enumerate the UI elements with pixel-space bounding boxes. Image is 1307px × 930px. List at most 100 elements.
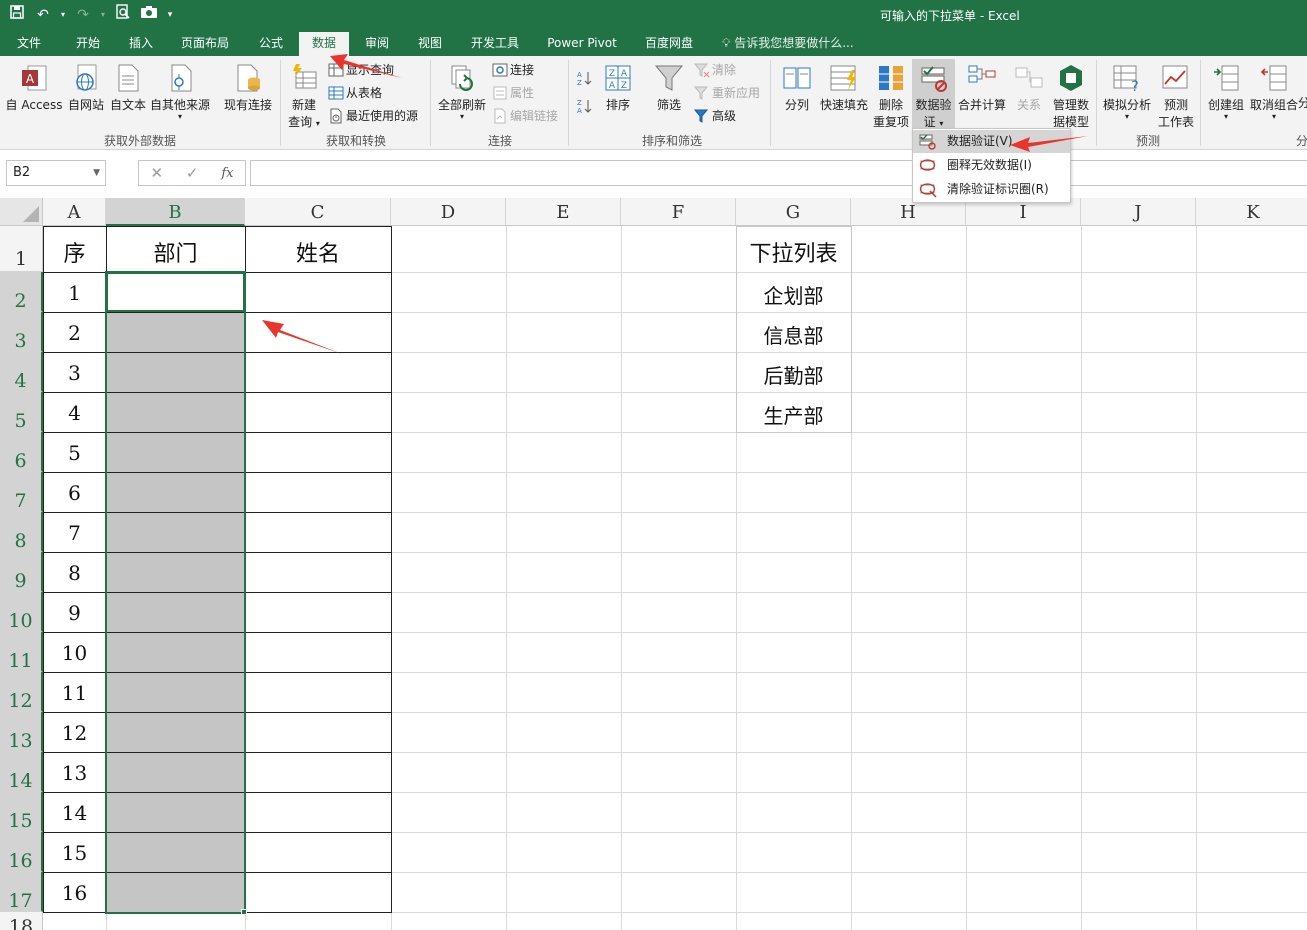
select-all-corner[interactable] (0, 198, 43, 226)
cell-a17[interactable]: 16 (43, 881, 106, 905)
cell-g1[interactable]: 下拉列表 (736, 236, 851, 268)
cell-b1[interactable]: 部门 (106, 236, 245, 268)
cell-a4[interactable]: 3 (43, 361, 106, 385)
row-header-17[interactable]: 17 (0, 872, 43, 912)
row-header-3[interactable]: 3 (0, 312, 43, 352)
cell-a1[interactable]: 序 (43, 236, 106, 268)
save-icon[interactable] (6, 4, 28, 26)
row-header-10[interactable]: 10 (0, 592, 43, 632)
properties-button[interactable]: 属性 (492, 83, 534, 103)
row-header-7[interactable]: 7 (0, 472, 43, 512)
undo-dropdown-icon[interactable]: ▾ (58, 4, 68, 26)
group-button[interactable]: 创建组 ▾ (1204, 62, 1248, 121)
row-header-12[interactable]: 12 (0, 672, 43, 712)
undo-icon[interactable]: ↶ (32, 4, 54, 26)
ungroup-button[interactable]: 取消组合 ▾ (1248, 62, 1300, 121)
from-web-button[interactable]: 自网站 (64, 62, 108, 113)
menu-item-circle-invalid-data[interactable]: 圈释无效数据(I) (913, 154, 1070, 177)
chevron-down-icon[interactable]: ▼ (93, 161, 100, 185)
tab-home[interactable]: 开始 (64, 32, 112, 56)
tab-view[interactable]: 视图 (407, 32, 453, 56)
column-header-g[interactable]: G (736, 198, 851, 226)
row-header-4[interactable]: 4 (0, 352, 43, 392)
advanced-filter-button[interactable]: 高级 (694, 106, 736, 126)
clear-filter-button[interactable]: 清除 (694, 60, 736, 80)
cell-a16[interactable]: 15 (43, 841, 106, 865)
column-header-b[interactable]: B (106, 198, 245, 226)
sort-descending-button[interactable]: ZA (576, 96, 594, 116)
cell-a3[interactable]: 2 (43, 321, 106, 345)
existing-connections-button[interactable]: 现有连接 (220, 62, 276, 113)
row-header-15[interactable]: 15 (0, 792, 43, 832)
tab-power-pivot[interactable]: Power Pivot (540, 32, 624, 56)
cancel-icon[interactable]: ✕ (150, 164, 163, 182)
from-other-sources-button[interactable]: 自其他来源 ▾ (148, 62, 212, 121)
row-header-5[interactable]: 5 (0, 392, 43, 432)
cell-g5[interactable]: 生产部 (736, 400, 851, 429)
tab-file[interactable]: 文件 (6, 32, 52, 56)
column-header-k[interactable]: K (1196, 198, 1307, 226)
forecast-sheet-button[interactable]: 预测 工作表 (1156, 62, 1196, 130)
tab-insert[interactable]: 插入 (118, 32, 164, 56)
remove-duplicates-button[interactable]: 删除 重复项 (872, 62, 910, 130)
tab-developer[interactable]: 开发工具 (462, 32, 528, 56)
enter-icon[interactable]: ✓ (186, 164, 199, 182)
row-header-2[interactable]: 2 (0, 272, 43, 312)
row-header-14[interactable]: 14 (0, 752, 43, 792)
consolidate-button[interactable]: 合并计算 (956, 62, 1008, 113)
row-header-13[interactable]: 13 (0, 712, 43, 752)
flash-fill-button[interactable]: 快速填充 (818, 62, 870, 113)
new-query-button[interactable]: 新建 查询 ▾ (284, 62, 324, 130)
name-box[interactable]: B2 ▼ (6, 160, 106, 186)
column-header-f[interactable]: F (621, 198, 736, 226)
cell-a14[interactable]: 13 (43, 761, 106, 785)
cell-a2[interactable]: 1 (43, 281, 106, 305)
tab-page-layout[interactable]: 页面布局 (172, 32, 238, 56)
cell-a7[interactable]: 6 (43, 481, 106, 505)
column-header-c[interactable]: C (245, 198, 391, 226)
fill-handle[interactable] (241, 909, 247, 915)
sort-button[interactable]: ZAAZ 排序 (600, 62, 636, 113)
cell-a5[interactable]: 4 (43, 401, 106, 425)
row-header-16[interactable]: 16 (0, 832, 43, 872)
formula-input[interactable] (250, 160, 1307, 186)
active-cell-b2[interactable] (106, 272, 245, 312)
edit-links-button[interactable]: 编辑链接 (492, 106, 558, 126)
customize-icon[interactable]: ▾ (164, 4, 176, 26)
cell-a12[interactable]: 11 (43, 681, 106, 705)
row-header-8[interactable]: 8 (0, 512, 43, 552)
tell-me-box[interactable]: 💡︎ 告诉我您想要做什么... (722, 32, 854, 56)
redo-icon[interactable]: ↷ (72, 4, 94, 26)
connections-button[interactable]: 连接 (492, 60, 534, 80)
from-access-button[interactable]: A 自 Access (4, 62, 64, 113)
column-header-d[interactable]: D (391, 198, 506, 226)
cell-a13[interactable]: 12 (43, 721, 106, 745)
reapply-button[interactable]: 重新应用 (694, 83, 760, 103)
row-header-1[interactable]: 1 (0, 226, 43, 272)
row-header-6[interactable]: 6 (0, 432, 43, 472)
filter-button[interactable]: 筛选 (650, 62, 688, 113)
tab-baidu-netdisk[interactable]: 百度网盘 (636, 32, 702, 56)
from-text-button[interactable]: 自文本 (108, 62, 148, 113)
cell-a10[interactable]: 9 (43, 601, 106, 625)
what-if-analysis-button[interactable]: ? 模拟分析 ▾ (1100, 62, 1154, 121)
text-to-columns-button[interactable]: 分列 (778, 62, 816, 113)
from-table-button[interactable]: 从表格 (328, 83, 382, 103)
manage-data-model-button[interactable]: 管理数 据模型 (1050, 62, 1092, 130)
insert-function-icon[interactable]: fx (221, 166, 233, 181)
menu-item-clear-validation-circles[interactable]: 清除验证标识圈(R) (913, 178, 1070, 201)
cell-a6[interactable]: 5 (43, 441, 106, 465)
cell-a15[interactable]: 14 (43, 801, 106, 825)
cell-a11[interactable]: 10 (43, 641, 106, 665)
cell-g3[interactable]: 信息部 (736, 320, 851, 349)
cell-c1[interactable]: 姓名 (245, 236, 391, 268)
subtotal-button[interactable]: 分 (1298, 94, 1307, 111)
sort-ascending-button[interactable]: AZ (576, 68, 594, 88)
column-header-j[interactable]: J (1081, 198, 1196, 226)
redo-dropdown-icon[interactable]: ▾ (98, 4, 108, 26)
recent-sources-button[interactable]: 最近使用的源 (328, 106, 418, 126)
column-header-a[interactable]: A (43, 198, 106, 226)
row-header-11[interactable]: 11 (0, 632, 43, 672)
cell-g2[interactable]: 企划部 (736, 280, 851, 309)
camera-icon[interactable] (138, 4, 160, 26)
